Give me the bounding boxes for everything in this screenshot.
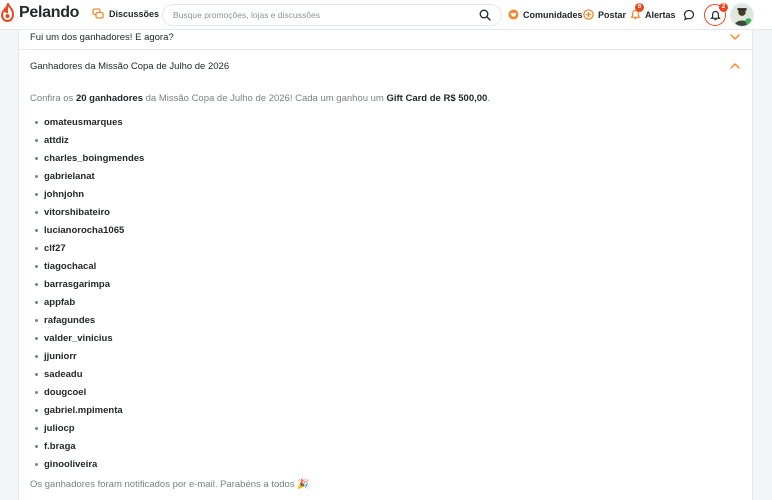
winners-outro-text: Os ganhadores foram notificados por e-ma… <box>30 479 310 490</box>
alerts-count-badge: 6 <box>635 3 644 12</box>
discussions-nav-link[interactable]: Discussões <box>92 8 159 19</box>
chevron-up-icon[interactable] <box>730 63 740 69</box>
alerts-nav-link[interactable]: 6 Alertas <box>630 3 676 20</box>
faq-question-previous: Fui um dos ganhadores! E agora? <box>30 31 174 43</box>
bell-icon <box>709 10 721 20</box>
faq-item-previous[interactable]: Fui um dos ganhadores! E agora? <box>19 29 752 45</box>
intro-text-part: da Missão Copa de Julho de 2026! Cada um… <box>143 93 387 104</box>
faq-question-winners: Ganhadores da Missão Copa de Julho de 20… <box>30 60 230 72</box>
winner-list-item: f.braga <box>35 437 144 455</box>
top-navigation-bar: Pelando Discussões Comunidades Postar <box>0 0 772 30</box>
alerts-label: Alertas <box>645 9 676 20</box>
pelando-logo[interactable]: Pelando <box>0 3 79 23</box>
winner-list-item: vitorshibateiro <box>35 203 144 221</box>
winner-list-item: attdiz <box>35 131 144 149</box>
winner-list-item: valder_vinicius <box>35 329 144 347</box>
chevron-down-icon[interactable] <box>730 34 740 40</box>
search-icon[interactable] <box>479 9 491 21</box>
faq-divider <box>19 49 752 50</box>
winner-list-item: lucianorocha1065 <box>35 221 144 239</box>
winner-list-item: ginooliveira <box>35 455 144 473</box>
prize-text: Gift Card de R$ 500,00 <box>386 93 488 104</box>
winners-list: omateusmarques attdiz charles_boingmende… <box>35 113 144 473</box>
avatar-image-icon <box>731 4 753 26</box>
winner-list-item: sadeadu <box>35 365 144 383</box>
communities-nav-link[interactable]: Comunidades <box>508 9 583 20</box>
winner-list-item: omateusmarques <box>35 113 144 131</box>
winner-list-item: dougcoel <box>35 383 144 401</box>
post-label: Postar <box>598 9 627 20</box>
notifications-button[interactable]: 2 <box>704 3 728 26</box>
plus-circle-icon <box>583 9 594 20</box>
brand-name: Pelando <box>19 4 80 21</box>
intro-text-part: . <box>487 93 490 104</box>
communities-icon <box>508 9 519 20</box>
messages-button[interactable] <box>678 4 700 26</box>
faq-panel: Fui um dos ganhadores! E agora? Ganhador… <box>18 20 753 500</box>
winner-list-item: barrasgarimpa <box>35 275 144 293</box>
winner-list-item: jjuniorr <box>35 347 144 365</box>
intro-text-part: Confira os <box>30 93 76 104</box>
winner-list-item: gabrielanat <box>35 167 144 185</box>
winners-intro-text: Confira os 20 ganhadores da Missão Copa … <box>30 93 490 104</box>
search-input[interactable] <box>173 10 463 20</box>
winner-list-item: rafagundes <box>35 311 144 329</box>
post-nav-link[interactable]: Postar <box>583 9 626 20</box>
winner-list-item: clf27 <box>35 239 144 257</box>
faq-item-winners[interactable]: Ganhadores da Missão Copa de Julho de 20… <box>19 58 752 74</box>
winners-count: 20 ganhadores <box>75 93 143 104</box>
winner-list-item: juliocp <box>35 419 144 437</box>
notifications-count-badge: 2 <box>719 3 728 12</box>
winner-list-item: johnjohn <box>35 185 144 203</box>
discussions-label: Discussões <box>109 8 160 19</box>
flame-logo-icon <box>0 3 15 23</box>
winner-list-item: gabriel.mpimenta <box>35 401 144 419</box>
discussions-icon <box>92 8 104 19</box>
winner-list-item: charles_boingmendes <box>35 149 144 167</box>
search-bar[interactable] <box>162 4 502 26</box>
winner-list-item: tiagochacal <box>35 257 144 275</box>
user-avatar[interactable] <box>730 3 754 27</box>
chat-bubble-icon <box>683 9 695 21</box>
communities-label: Comunidades <box>523 9 583 20</box>
winner-list-item: appfab <box>35 293 144 311</box>
